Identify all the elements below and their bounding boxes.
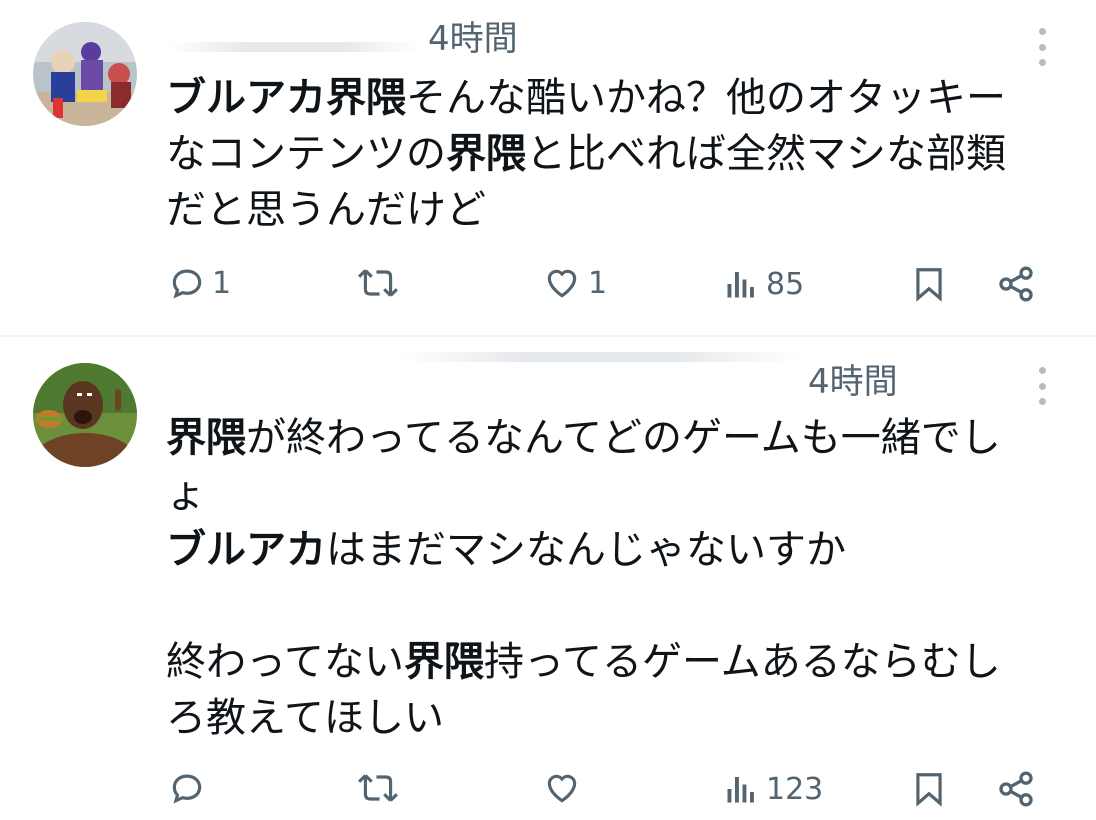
action-bar: 123 <box>0 765 1096 815</box>
more-icon[interactable] <box>1034 367 1050 405</box>
username-redacted <box>400 352 800 362</box>
share-button[interactable] <box>994 769 1038 809</box>
reply-icon <box>172 269 202 299</box>
tweet[interactable]: 4時間 界隈が終わってるなんてどのゲームも一緒でし ょ ブルアカはまだマシなんじ… <box>0 337 1096 820</box>
tweet-text: 界隈が終わってるなんてどのゲームも一緒でし ょ ブルアカはまだマシなんじゃないす… <box>166 410 1001 746</box>
retweet-icon <box>358 774 398 802</box>
tweet-line: 終わってない界隈持ってるゲームあるならむし <box>166 639 1001 685</box>
reply-button[interactable] <box>168 769 212 807</box>
view-count: 85 <box>766 266 805 302</box>
reply-count: 1 <box>212 265 232 301</box>
timestamp[interactable]: 4時間 <box>808 365 898 399</box>
tweet-line: ブルアカ界隈そんな酷いかね？他のオタッキー <box>166 75 1006 121</box>
bookmark-button[interactable] <box>910 264 948 304</box>
tweet-line: 界隈が終わってるなんてどのゲームも一緒でし <box>166 415 1001 461</box>
reply-icon <box>172 774 202 804</box>
views-button[interactable]: 85 <box>722 266 804 302</box>
timestamp[interactable]: 4時間 <box>428 22 518 56</box>
views-icon <box>727 777 754 803</box>
username-redacted <box>168 42 418 52</box>
like-button[interactable] <box>542 769 588 807</box>
like-button[interactable]: 1 <box>542 264 607 302</box>
tweet-line: ろ教えてほしい <box>166 695 444 741</box>
heart-icon <box>547 269 577 298</box>
tweet-line: ょ <box>166 471 206 517</box>
views-icon <box>727 272 754 298</box>
share-button[interactable] <box>994 264 1038 304</box>
reply-button[interactable]: 1 <box>168 264 231 302</box>
tweet-line: だと思うんだけど <box>166 187 486 233</box>
tweet-line: なコンテンツの界隈と比べれば全然マシな部類 <box>166 131 1006 177</box>
share-icon <box>999 266 1033 302</box>
retweet-icon <box>358 269 398 297</box>
avatar[interactable] <box>33 363 137 467</box>
action-bar: 1 1 85 <box>0 260 1096 310</box>
bookmark-icon <box>916 268 942 302</box>
share-icon <box>999 771 1033 807</box>
heart-icon <box>547 774 577 803</box>
bookmark-button[interactable] <box>910 769 948 809</box>
tweet[interactable]: 4時間 ブルアカ界隈そんな酷いかね？他のオタッキー なコンテンツの界隈と比べれば… <box>0 0 1096 336</box>
retweet-button[interactable] <box>356 264 406 302</box>
avatar[interactable] <box>33 22 137 126</box>
retweet-button[interactable] <box>356 769 406 807</box>
tweet-line: ブルアカはまだマシなんじゃないすか <box>166 527 846 573</box>
like-count: 1 <box>588 265 608 301</box>
tweet-text: ブルアカ界隈そんな酷いかね？他のオタッキー なコンテンツの界隈と比べれば全然マシ… <box>166 70 1006 238</box>
more-icon[interactable] <box>1034 28 1050 66</box>
views-button[interactable]: 123 <box>722 771 823 807</box>
bookmark-icon <box>916 773 942 807</box>
view-count: 123 <box>766 771 824 807</box>
